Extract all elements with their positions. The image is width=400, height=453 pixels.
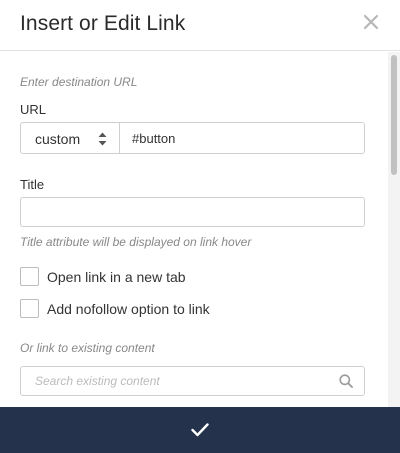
new-tab-checkbox[interactable]	[20, 267, 39, 286]
search-field	[20, 366, 365, 396]
url-input[interactable]	[119, 122, 365, 154]
scrollbar[interactable]	[388, 52, 400, 407]
title-hint: Title attribute will be displayed on lin…	[20, 235, 252, 249]
existing-content-hint: Or link to existing content	[20, 341, 155, 355]
close-icon[interactable]	[362, 13, 380, 31]
url-hint: Enter destination URL	[20, 75, 138, 89]
nofollow-option[interactable]: Add nofollow option to link	[20, 299, 320, 319]
search-input[interactable]	[20, 366, 365, 396]
search-icon[interactable]	[339, 374, 353, 388]
title-input[interactable]	[20, 197, 365, 227]
url-row: custom	[20, 122, 365, 154]
scrollbar-thumb[interactable]	[391, 55, 397, 175]
title-label: Title	[20, 177, 45, 192]
new-tab-option[interactable]: Open link in a new tab	[20, 267, 320, 287]
sort-arrows-icon	[98, 132, 107, 146]
new-tab-label: Open link in a new tab	[47, 269, 186, 285]
nofollow-checkbox[interactable]	[20, 299, 39, 318]
dialog-body: Enter destination URL URL custom Title T…	[0, 52, 400, 407]
nofollow-label: Add nofollow option to link	[47, 301, 210, 317]
link-type-select[interactable]: custom	[20, 122, 120, 154]
confirm-button[interactable]	[0, 407, 400, 453]
checkmark-icon	[191, 423, 209, 437]
dialog-header: Insert or Edit Link	[0, 0, 400, 51]
url-label: URL	[20, 102, 47, 117]
link-type-value: custom	[35, 131, 81, 147]
dialog-title: Insert or Edit Link	[20, 12, 186, 35]
